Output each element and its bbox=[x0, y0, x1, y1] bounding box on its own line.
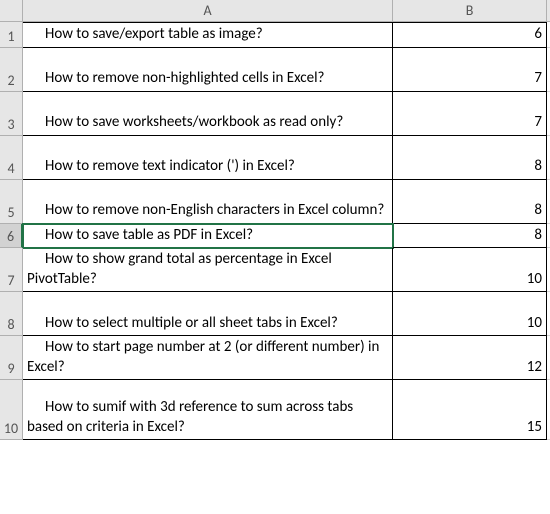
cell-text: How to select multiple or all sheet tabs… bbox=[27, 314, 388, 334]
cell-A3[interactable]: How to save worksheets/workbook as read … bbox=[23, 92, 393, 136]
row-header-8[interactable]: 8 bbox=[0, 292, 23, 336]
cell-text: How to save worksheets/workbook as read … bbox=[27, 113, 388, 133]
row-header-4[interactable]: 4 bbox=[0, 136, 23, 180]
row-header-10[interactable]: 10 bbox=[0, 380, 23, 440]
row-header-5[interactable]: 5 bbox=[0, 180, 23, 224]
cell-A4[interactable]: How to remove text indicator (') in Exce… bbox=[23, 136, 393, 180]
cell-A8[interactable]: How to select multiple or all sheet tabs… bbox=[23, 292, 393, 336]
cell-B8[interactable]: 10 bbox=[393, 292, 547, 336]
cell-text: How to sumif with 3d reference to sum ac… bbox=[27, 398, 388, 437]
row-header-1[interactable]: 1 bbox=[0, 22, 23, 48]
cell-A2[interactable]: How to remove non-highlighted cells in E… bbox=[23, 48, 393, 92]
cell-B4[interactable]: 8 bbox=[393, 136, 547, 180]
cell-B2[interactable]: 7 bbox=[393, 48, 547, 92]
cell-text: How to show grand total as percentage in… bbox=[27, 250, 388, 289]
cell-A10[interactable]: How to sumif with 3d reference to sum ac… bbox=[23, 380, 393, 440]
cell-B3[interactable]: 7 bbox=[393, 92, 547, 136]
col-header-A[interactable]: A bbox=[23, 0, 393, 22]
cell-text: How to start page number at 2 (or differ… bbox=[27, 338, 388, 377]
row-header-6[interactable]: 6 bbox=[0, 224, 23, 249]
cell-B5[interactable]: 8 bbox=[393, 180, 547, 224]
cell-B7[interactable]: 10 bbox=[393, 248, 547, 292]
cell-A6[interactable]: How to save table as PDF in Excel? bbox=[23, 224, 393, 249]
cell-B6[interactable]: 8 bbox=[393, 224, 547, 249]
cell-B9[interactable]: 12 bbox=[393, 336, 547, 380]
row-header-9[interactable]: 9 bbox=[0, 336, 23, 380]
cell-B10[interactable]: 15 bbox=[393, 380, 547, 440]
cell-text: How to remove text indicator (') in Exce… bbox=[27, 157, 388, 177]
cell-B1[interactable]: 6 bbox=[393, 22, 547, 48]
row-header-3[interactable]: 3 bbox=[0, 92, 23, 136]
select-all-corner[interactable] bbox=[0, 0, 23, 22]
cell-A5[interactable]: How to remove non-English characters in … bbox=[23, 180, 393, 224]
cell-A9[interactable]: How to start page number at 2 (or differ… bbox=[23, 336, 393, 380]
row-header-2[interactable]: 2 bbox=[0, 48, 23, 92]
cell-text: How to remove non-English characters in … bbox=[27, 201, 388, 221]
col-header-B[interactable]: B bbox=[393, 0, 547, 22]
cell-A1[interactable]: How to save/export table as image? bbox=[23, 22, 393, 48]
row-header-7[interactable]: 7 bbox=[0, 248, 23, 292]
cell-A7[interactable]: How to show grand total as percentage in… bbox=[23, 248, 393, 292]
cell-text: How to save/export table as image? bbox=[27, 25, 388, 45]
cell-text: How to save table as PDF in Excel? bbox=[27, 226, 388, 246]
cell-text: How to remove non-highlighted cells in E… bbox=[27, 69, 388, 89]
